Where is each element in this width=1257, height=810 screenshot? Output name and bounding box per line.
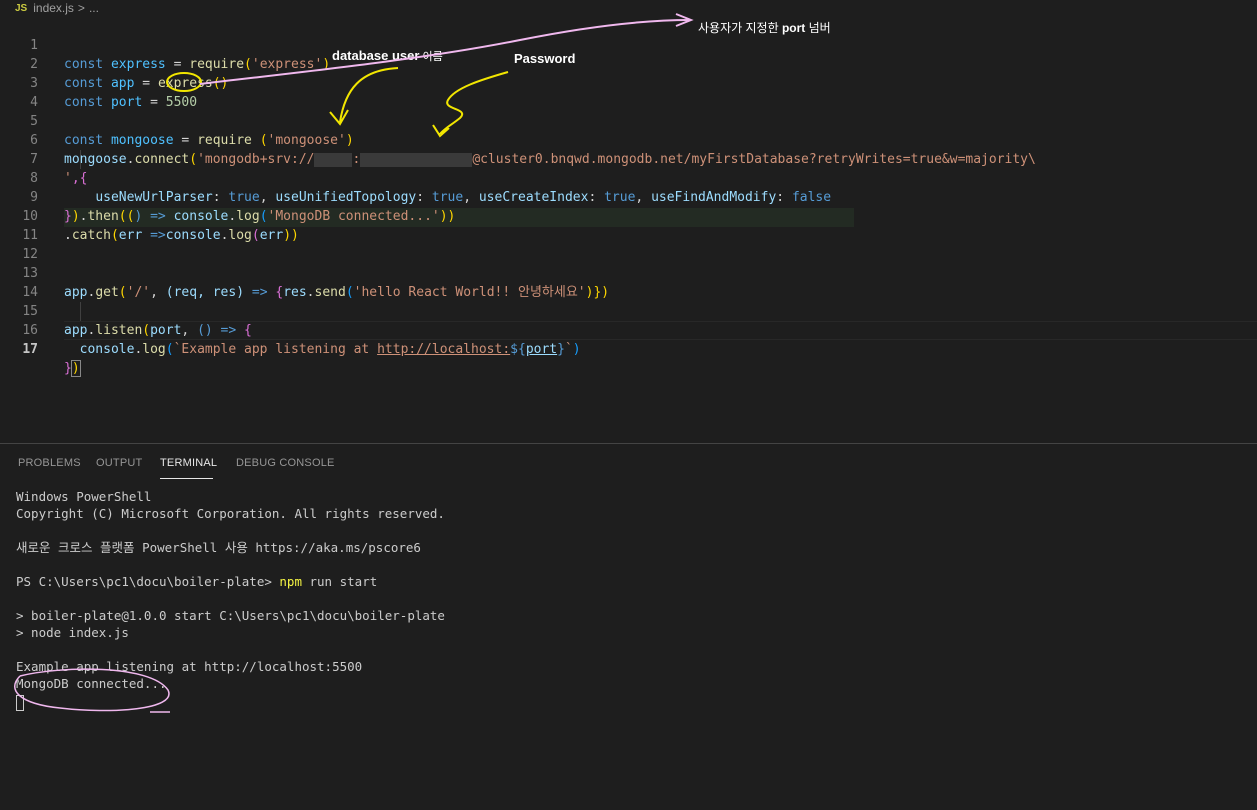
code-editor[interactable]: 1 const express = require('express') 2 c… [0, 17, 1257, 442]
port-annotation: 사용자가 지정한 port 넘버 [698, 21, 831, 35]
tab-debug-console[interactable]: DEBUG CONSOLE [236, 457, 335, 469]
code-line[interactable]: 7 ',{ [0, 131, 1257, 186]
code-line[interactable]: 9 }).then(() => console.log('MongoDB con… [0, 169, 1257, 224]
terminal-line: MongoDB connected... [16, 676, 167, 691]
terminal-cursor[interactable] [16, 693, 24, 711]
terminal-line: Copyright (C) Microsoft Corporation. All… [16, 506, 445, 521]
bottom-panel: PROBLEMS OUTPUT TERMINAL DEBUG CONSOLE W… [0, 443, 1257, 810]
breadcrumb[interactable]: JS index.js > ... [0, 0, 300, 16]
tab-problems[interactable]: PROBLEMS [18, 457, 81, 469]
code-line[interactable]: 11 [0, 207, 1257, 243]
code-line[interactable]: 2 const app = express() [0, 36, 1257, 91]
line-number: 17 [22, 342, 38, 357]
terminal-line: Example app listening at http://localhos… [16, 659, 363, 674]
code-line[interactable]: 12 [0, 226, 1257, 262]
code-line[interactable]: 8 useNewUrlParser: true, useUnifiedTopol… [0, 150, 1257, 205]
tab-output[interactable]: OUTPUT [96, 457, 142, 469]
code-line[interactable]: 17 }) [0, 321, 1257, 377]
terminal-line: > node index.js [16, 625, 129, 640]
code-line[interactable]: 14 [0, 264, 1257, 300]
terminal-line: 새로운 크로스 플랫폼 PowerShell 사용 https://aka.ms… [16, 540, 421, 555]
breadcrumb-file[interactable]: index.js [33, 1, 74, 15]
user-annotation: database user 이름 [332, 48, 443, 63]
localhost-link[interactable]: http://localhost: [377, 342, 510, 357]
breadcrumb-more[interactable]: ... [89, 1, 99, 15]
terminal-prompt-line: PS C:\Users\pc1\docu\boiler-plate> npm r… [16, 574, 378, 589]
code-line[interactable]: 10 .catch(err =>console.log(err)) [0, 188, 1257, 243]
code-line[interactable]: 3 const port = 5500 [0, 55, 1257, 110]
active-tab-indicator [160, 478, 213, 479]
terminal-line: Windows PowerShell [16, 489, 152, 504]
javascript-file-icon: JS [15, 2, 28, 14]
code-line[interactable]: 4 [0, 74, 1257, 110]
code-line[interactable]: 1 const express = require('express') [0, 17, 1257, 72]
code-line[interactable]: 5 const mongoose = require ('mongoose') [0, 93, 1257, 148]
code-line[interactable]: 13 app.get('/', (req, res) => {res.send(… [0, 245, 1257, 300]
code-line[interactable]: 6 mongoose.connect('mongodb+srv://: @clus… [0, 112, 1257, 167]
password-annotation: Password [514, 51, 576, 66]
code-line[interactable]: 16 console.log(`Example app listening at… [0, 302, 1257, 357]
terminal-line: > boiler-plate@1.0.0 start C:\Users\pc1\… [16, 608, 445, 623]
chevron-right-icon: > [77, 1, 85, 15]
code-line[interactable]: 15 app.listen(port, () => { [0, 283, 1257, 338]
tab-terminal[interactable]: TERMINAL [160, 457, 217, 469]
